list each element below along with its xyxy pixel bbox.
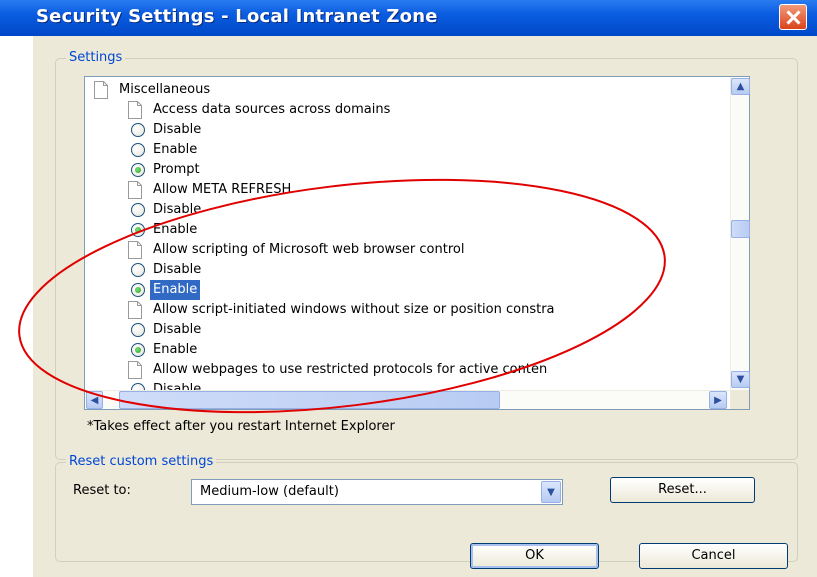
- radio-option-label: Disable: [153, 322, 202, 337]
- radio-button[interactable]: [131, 323, 145, 337]
- radio-option[interactable]: Enable: [85, 220, 745, 240]
- setting-label: Allow scripting of Microsoft web browser…: [153, 242, 465, 257]
- cancel-button[interactable]: Cancel: [639, 543, 788, 569]
- chevron-down-icon: ▼: [736, 374, 745, 385]
- reset-level-value: Medium-low (default): [200, 484, 339, 499]
- setting-label: Allow script-initiated windows without s…: [153, 302, 555, 317]
- radio-option-label: Disable: [153, 262, 202, 277]
- title-bar[interactable]: Security Settings - Local Intranet Zone: [0, 0, 817, 36]
- radio-button[interactable]: [131, 283, 145, 297]
- radio-option[interactable]: Enable: [85, 140, 745, 160]
- settings-legend: Settings: [66, 50, 126, 65]
- radio-option[interactable]: Enable: [85, 280, 745, 300]
- radio-option-label: Disable: [153, 122, 202, 137]
- radio-button[interactable]: [131, 343, 145, 357]
- tree-setting: Allow scripting of Microsoft web browser…: [85, 240, 745, 260]
- setting-label: Allow webpages to use restricted protoco…: [153, 362, 548, 377]
- radio-button[interactable]: [131, 263, 145, 277]
- page-icon: [127, 241, 145, 261]
- page-icon: [93, 81, 111, 101]
- page-icon: [127, 361, 145, 381]
- chevron-right-icon: ▶: [714, 394, 722, 406]
- page-icon: [127, 181, 145, 201]
- reset-level-select[interactable]: Medium-low (default) ▼: [191, 479, 563, 505]
- dialog-body: Settings Miscellaneous Access data source…: [33, 36, 817, 577]
- radio-button[interactable]: [131, 203, 145, 217]
- reset-legend: Reset custom settings: [66, 454, 217, 469]
- scroll-up-button[interactable]: ▲: [731, 78, 750, 95]
- vertical-scroll-thumb[interactable]: [731, 220, 750, 238]
- scroll-right-button[interactable]: ▶: [709, 391, 727, 409]
- radio-option-label: Enable: [150, 280, 201, 300]
- vertical-scrollbar[interactable]: ▲ ▼: [730, 77, 750, 390]
- radio-option-label: Disable: [153, 202, 202, 217]
- scroll-down-button[interactable]: ▼: [731, 371, 750, 388]
- radio-button[interactable]: [131, 163, 145, 177]
- radio-option-label: Enable: [153, 222, 198, 237]
- category-label: Miscellaneous: [119, 82, 211, 97]
- horizontal-scroll-thumb[interactable]: [119, 391, 500, 409]
- page-icon: [127, 101, 145, 121]
- window-title: Security Settings - Local Intranet Zone: [36, 6, 438, 27]
- reset-to-label: Reset to:: [73, 483, 131, 498]
- radio-option[interactable]: Disable: [85, 320, 745, 340]
- ok-button[interactable]: OK: [470, 543, 599, 569]
- tree-setting: Allow webpages to use restricted protoco…: [85, 360, 745, 380]
- tree-setting: Allow script-initiated windows without s…: [85, 300, 745, 320]
- radio-option[interactable]: Disable: [85, 260, 745, 280]
- page-icon: [127, 301, 145, 321]
- tree-setting: Access data sources across domains: [85, 100, 745, 120]
- restart-note: *Takes effect after you restart Internet…: [87, 419, 395, 434]
- setting-label: Access data sources across domains: [153, 102, 391, 117]
- tree-category: Miscellaneous: [85, 80, 745, 100]
- radio-option[interactable]: Disable: [85, 120, 745, 140]
- security-settings-dialog: Security Settings - Local Intranet Zone …: [0, 0, 817, 577]
- chevron-left-icon: ◀: [90, 394, 99, 406]
- chevron-up-icon: ▲: [736, 81, 745, 92]
- close-icon[interactable]: [779, 4, 807, 30]
- radio-option[interactable]: Enable: [85, 340, 745, 360]
- radio-option[interactable]: Disable: [85, 200, 745, 220]
- radio-option-label: Enable: [153, 342, 198, 357]
- radio-button[interactable]: [131, 123, 145, 137]
- dropdown-button[interactable]: ▼: [541, 481, 561, 503]
- chevron-down-icon: ▼: [547, 486, 555, 498]
- settings-tree-list[interactable]: Miscellaneous Access data sources across …: [84, 76, 750, 410]
- radio-option-label: Prompt: [153, 162, 200, 177]
- radio-option-label: Enable: [153, 142, 198, 157]
- horizontal-scrollbar[interactable]: ◀ ▶: [85, 390, 729, 409]
- scroll-left-button[interactable]: ◀: [86, 391, 103, 409]
- reset-button[interactable]: Reset...: [610, 477, 755, 503]
- scrollbar-corner: [730, 390, 749, 409]
- tree-setting: Allow META REFRESH: [85, 180, 745, 200]
- radio-button[interactable]: [131, 143, 145, 157]
- radio-option[interactable]: Prompt: [85, 160, 745, 180]
- radio-button[interactable]: [131, 223, 145, 237]
- setting-label: Allow META REFRESH: [153, 182, 292, 197]
